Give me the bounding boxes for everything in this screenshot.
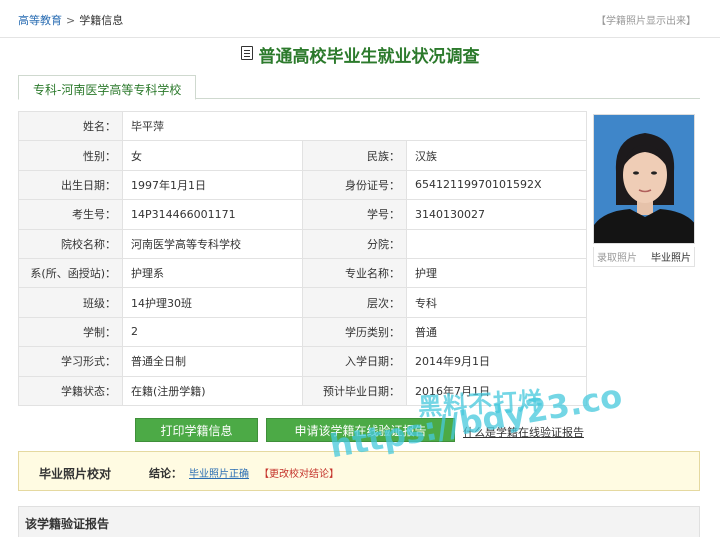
page-title: 普通高校毕业生就业状况调查 [258,47,480,67]
verify-title: 毕业照片校对 [39,467,112,481]
ethnicity-label: 民族： [302,140,407,171]
level-label: 层次： [302,287,407,318]
student-no-label: 学号： [302,199,407,230]
school-label: 院校名称： [18,228,123,259]
grad-photo-tab[interactable]: 毕业照片 [651,249,691,264]
class-value: 14护理30班 [122,287,303,318]
table-row: 考生号： 14P314466001171 学号： 3140130027 [18,199,587,230]
breadcrumb-separator: > [66,14,76,27]
duration-label: 学制： [18,316,123,348]
status-label: 学籍状态： [18,375,123,406]
major-label: 专业名称： [302,257,407,289]
table-row: 性别： 女 民族： 汉族 [18,140,587,171]
table-row: 院校名称： 河南医学高等专科学校 分院： [18,228,587,259]
campus-label: 分院： [302,228,407,259]
portrait-image [594,115,694,243]
table-row: 出生日期： 1997年1月1日 身份证号： 65412119970101592X [18,169,587,201]
student-info-table: 姓名： 毕平萍 性别： 女 民族： 汉族 出生日期： 1997年1月1日 身份证… [18,110,587,406]
enroll-photo-tab[interactable]: 录取照片 [597,249,637,264]
level-value: 专科 [406,287,587,318]
name-value: 毕平萍 [122,110,587,142]
duration-value: 2 [122,316,303,348]
breadcrumb: 高等教育 > 学籍信息 [18,12,123,28]
enroll-label: 入学日期： [302,346,407,377]
table-row: 学习形式： 普通全日制 入学日期： 2014年9月1日 [18,346,587,377]
grad-label: 预计毕业日期： [302,375,407,406]
degree-type-value: 普通 [406,316,587,348]
student-no-value: 3140130027 [406,199,587,230]
birth-value: 1997年1月1日 [122,169,303,201]
exam-label: 考生号： [18,199,123,230]
breadcrumb-home-link[interactable]: 高等教育 [18,14,62,27]
exam-value: 14P314466001171 [122,199,303,230]
class-label: 班级： [18,287,123,318]
enroll-value: 2014年9月1日 [406,346,587,377]
study-form-label: 学习形式： [18,346,123,377]
report-section-title: 该学籍验证报告 [25,517,110,531]
name-label: 姓名： [18,110,123,142]
breadcrumb-current: 学籍信息 [79,14,124,27]
change-conclusion-link[interactable]: 【更改校对结论】 [259,465,339,480]
table-row: 学制： 2 学历类别： 普通 [18,316,587,348]
tab-school[interactable]: 专科-河南医学高等专科学校 [18,75,197,100]
gender-label: 性别： [18,140,123,171]
title-row: 普通高校毕业生就业状况调查 [0,42,720,72]
dept-value: 护理系 [122,257,303,289]
table-row: 系(所、函授站)： 护理系 专业名称： 护理 [18,257,587,289]
study-form-value: 普通全日制 [122,346,303,377]
id-value: 65412119970101592X [406,169,587,201]
id-label: 身份证号： [302,169,407,201]
photo-captions: 录取照片 毕业照片 [593,247,695,267]
student-photo [593,114,695,244]
birth-label: 出生日期： [18,169,123,201]
school-value: 河南医学高等专科学校 [122,228,303,259]
major-value: 护理 [406,257,587,289]
degree-type-label: 学历类别： [302,316,407,348]
report-section-header: 该学籍验证报告 [18,506,700,537]
ethnicity-value: 汉族 [406,140,587,171]
table-row: 班级： 14护理30班 层次： 专科 [18,287,587,318]
verify-result-label: 结论： [149,467,182,480]
top-bar: 高等教育 > 学籍信息 【学籍照片显示出来】 [0,0,720,38]
photo-display-link[interactable]: 【学籍照片显示出来】 [596,12,696,27]
print-info-button[interactable]: 打印学籍信息 [135,418,258,442]
status-value: 在籍(注册学籍) [122,375,303,406]
campus-value [406,228,587,259]
gender-value: 女 [122,140,303,171]
tab-bar: 专科-河南医学高等专科学校 [18,75,700,100]
verify-result-link[interactable]: 毕业照片正确 [189,465,249,480]
document-icon [240,45,253,60]
table-row: 姓名： 毕平萍 [18,110,587,142]
dept-label: 系(所、函授站)： [18,257,123,289]
